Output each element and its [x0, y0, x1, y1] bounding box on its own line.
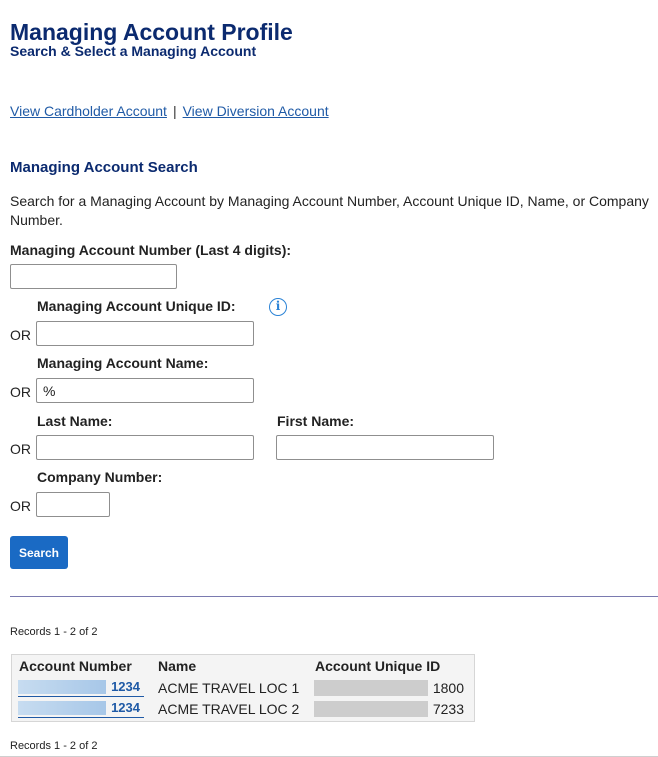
redacted-mask	[18, 701, 106, 715]
account-number-link[interactable]: 1234	[18, 679, 144, 697]
records-count-bottom: Records 1 - 2 of 2	[10, 740, 98, 752]
account-number-label: Managing Account Number (Last 4 digits):	[10, 242, 292, 258]
unique-id-value: 7233	[432, 701, 464, 717]
nav-separator: |	[172, 103, 177, 119]
results-table: Account Number Name Account Unique ID 12…	[11, 654, 475, 722]
account-number-value: 1234	[111, 700, 140, 715]
column-header-name: Name	[158, 658, 197, 674]
account-name-input[interactable]	[36, 378, 254, 403]
or-label: OR	[10, 384, 31, 400]
or-label: OR	[10, 327, 31, 343]
account-name-label: Managing Account Name:	[37, 355, 209, 371]
account-number-input[interactable]	[10, 264, 177, 289]
search-section-title: Managing Account Search	[10, 159, 198, 176]
last-name-label: Last Name:	[37, 413, 113, 429]
unique-id-cell: 1800	[314, 680, 468, 696]
company-number-input[interactable]	[36, 492, 110, 517]
section-divider	[10, 596, 658, 597]
search-instructions: Search for a Managing Account by Managin…	[10, 193, 649, 228]
view-diversion-account-link[interactable]: View Diversion Account	[183, 103, 329, 119]
redacted-mask	[18, 680, 106, 694]
company-number-label: Company Number:	[37, 469, 163, 485]
table-row: 1234 ACME TRAVEL LOC 1 1800	[12, 677, 474, 698]
unique-id-cell: 7233	[314, 701, 468, 717]
account-nav: View Cardholder Account | View Diversion A…	[10, 103, 329, 119]
account-name-cell: ACME TRAVEL LOC 2	[158, 701, 300, 717]
page-subtitle: Search & Select a Managing Account	[10, 43, 257, 59]
table-row: 1234 ACME TRAVEL LOC 2 7233	[12, 698, 474, 719]
unique-id-value: 1800	[432, 680, 464, 696]
search-button[interactable]: Search	[10, 536, 68, 569]
unique-id-input[interactable]	[36, 321, 254, 346]
page-title: Managing Account Profile	[10, 19, 293, 45]
or-label: OR	[10, 441, 31, 457]
results-header-row: Account Number Name Account Unique ID	[12, 655, 474, 677]
info-icon[interactable]: i	[269, 298, 287, 316]
account-number-value: 1234	[111, 679, 140, 694]
redacted-mask	[314, 701, 428, 717]
redacted-mask	[314, 680, 428, 696]
column-header-account-number: Account Number	[19, 658, 132, 674]
last-name-input[interactable]	[36, 435, 254, 460]
first-name-label: First Name:	[277, 413, 355, 429]
first-name-input[interactable]	[276, 435, 494, 460]
records-count-top: Records 1 - 2 of 2	[10, 626, 98, 638]
view-cardholder-account-link[interactable]: View Cardholder Account	[10, 103, 167, 119]
account-number-link[interactable]: 1234	[18, 700, 144, 718]
account-name-cell: ACME TRAVEL LOC 1	[158, 680, 300, 696]
column-header-account-unique-id: Account Unique ID	[315, 658, 441, 674]
unique-id-label: Managing Account Unique ID:	[37, 298, 236, 314]
or-label: OR	[10, 498, 31, 514]
